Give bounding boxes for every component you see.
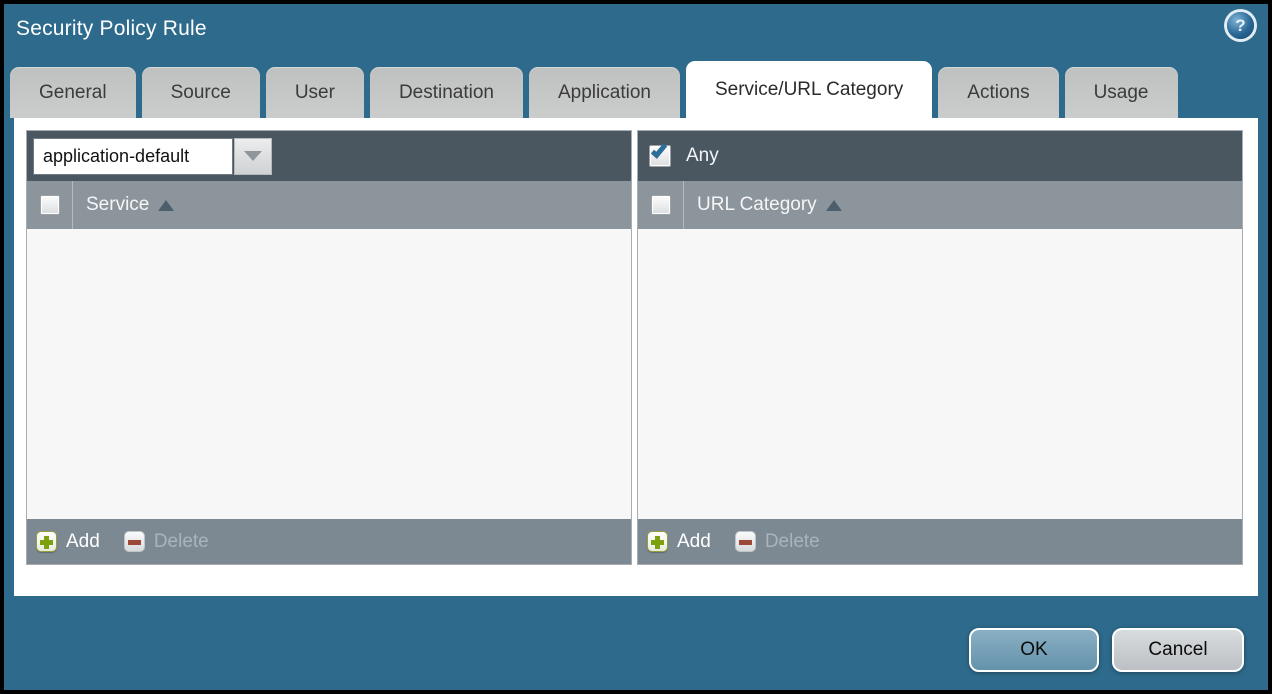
ok-label: OK bbox=[1020, 639, 1047, 661]
tab-user[interactable]: User bbox=[266, 67, 364, 118]
url-category-select-all-checkbox[interactable] bbox=[651, 195, 671, 215]
dialog-title: Security Policy Rule bbox=[16, 17, 207, 41]
url-category-add-button[interactable]: Add bbox=[647, 531, 711, 553]
url-category-column-label[interactable]: URL Category bbox=[697, 194, 817, 216]
url-category-table-body bbox=[638, 229, 1242, 519]
service-select-all-cell bbox=[27, 181, 73, 229]
minus-icon bbox=[124, 531, 145, 552]
tab-application[interactable]: Application bbox=[529, 67, 680, 118]
service-dropdown-button[interactable] bbox=[234, 138, 272, 175]
service-toolbar: Add Delete bbox=[27, 519, 631, 564]
cancel-label: Cancel bbox=[1148, 639, 1207, 661]
sort-ascending-icon[interactable] bbox=[158, 200, 174, 211]
tab-label: General bbox=[39, 82, 107, 104]
service-panel: application-default Service Add bbox=[26, 130, 632, 565]
service-dropdown[interactable]: application-default bbox=[33, 138, 233, 175]
url-category-toolbar: Add Delete bbox=[638, 519, 1242, 564]
url-category-panel: Any URL Category Add Delete bbox=[637, 130, 1243, 565]
security-policy-rule-dialog: Security Policy Rule ? General Source Us… bbox=[0, 0, 1272, 694]
tab-source[interactable]: Source bbox=[142, 67, 260, 118]
add-icon bbox=[36, 531, 57, 552]
tab-label: Destination bbox=[399, 82, 494, 104]
tab-actions[interactable]: Actions bbox=[938, 67, 1058, 118]
any-label: Any bbox=[686, 145, 719, 167]
tab-bar: General Source User Destination Applicat… bbox=[10, 62, 1178, 118]
tab-destination[interactable]: Destination bbox=[370, 67, 523, 118]
url-category-select-all-cell bbox=[638, 181, 684, 229]
help-icon[interactable]: ? bbox=[1227, 12, 1254, 39]
ok-button[interactable]: OK bbox=[969, 628, 1099, 672]
service-dropdown-bar: application-default bbox=[27, 131, 631, 181]
service-select-all-checkbox[interactable] bbox=[40, 195, 60, 215]
service-column-header: Service bbox=[27, 181, 631, 229]
any-bar: Any bbox=[638, 131, 1242, 181]
chevron-down-icon bbox=[244, 151, 262, 161]
url-category-delete-button[interactable]: Delete bbox=[735, 531, 820, 553]
service-column-label[interactable]: Service bbox=[86, 194, 149, 216]
sort-ascending-icon[interactable] bbox=[826, 200, 842, 211]
tab-label: Application bbox=[558, 82, 651, 104]
tab-service-url-category[interactable]: Service/URL Category bbox=[686, 61, 932, 118]
tab-label: Service/URL Category bbox=[715, 79, 903, 101]
dialog-buttons: OK Cancel bbox=[969, 628, 1244, 672]
any-checkbox[interactable] bbox=[649, 145, 671, 167]
tab-general[interactable]: General bbox=[10, 67, 136, 118]
help-glyph: ? bbox=[1235, 16, 1245, 36]
service-dropdown-value: application-default bbox=[43, 146, 189, 167]
add-label: Add bbox=[677, 531, 711, 553]
service-table-body bbox=[27, 229, 631, 519]
delete-label: Delete bbox=[765, 531, 820, 553]
tab-label: Usage bbox=[1094, 82, 1149, 104]
cancel-button[interactable]: Cancel bbox=[1112, 628, 1244, 672]
minus-icon bbox=[735, 531, 756, 552]
check-icon bbox=[651, 141, 667, 158]
service-add-button[interactable]: Add bbox=[36, 531, 100, 553]
service-delete-button[interactable]: Delete bbox=[124, 531, 209, 553]
tab-usage[interactable]: Usage bbox=[1065, 67, 1178, 118]
tab-label: User bbox=[295, 82, 335, 104]
tab-label: Actions bbox=[967, 82, 1029, 104]
delete-label: Delete bbox=[154, 531, 209, 553]
add-icon bbox=[647, 531, 668, 552]
dialog-body: application-default Service Add bbox=[14, 118, 1258, 596]
add-label: Add bbox=[66, 531, 100, 553]
url-category-column-header: URL Category bbox=[638, 181, 1242, 229]
tab-label: Source bbox=[171, 82, 231, 104]
